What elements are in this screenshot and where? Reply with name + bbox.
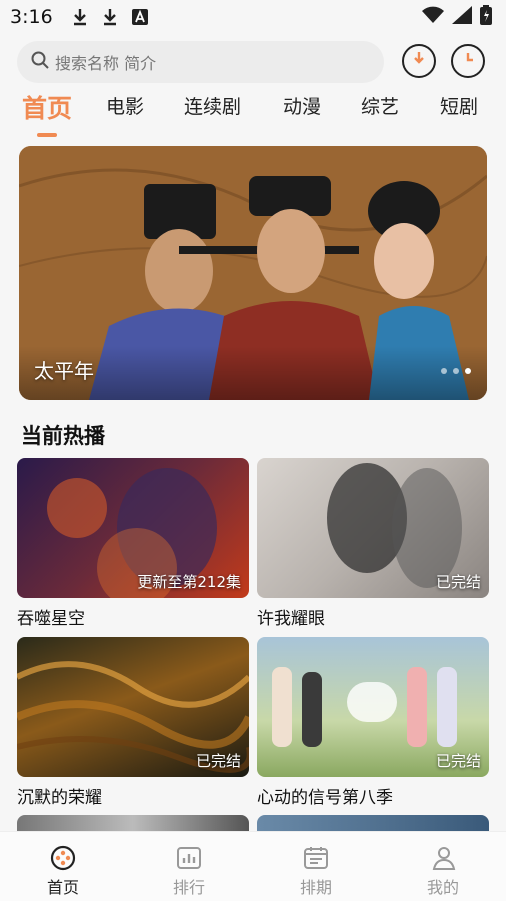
search-input[interactable]: 搜索名称 简介 (17, 41, 384, 83)
nav-ranking[interactable]: 排行 (149, 844, 229, 898)
banner-pagination (441, 368, 471, 374)
nav-home[interactable]: 首页 (23, 844, 103, 898)
hero-banner[interactable]: 太平年 (19, 146, 487, 400)
media-card[interactable]: 已完结 心动的信号第八季 (257, 637, 489, 808)
episode-status: 已完结 (435, 752, 481, 770)
media-card-peek[interactable] (257, 815, 489, 831)
tab-shorts[interactable]: 短剧 (440, 92, 478, 119)
card-thumbnail: 已完结 (257, 458, 489, 598)
card-thumbnail: 已完结 (257, 637, 489, 777)
episode-status: 更新至第212集 (137, 573, 241, 591)
card-title: 吞噬星空 (17, 609, 85, 629)
media-card[interactable]: 已完结 许我耀眼 (257, 458, 489, 629)
film-reel-icon (49, 844, 77, 872)
card-thumbnail: 已完结 (17, 637, 249, 777)
nav-ranking-label: 排行 (172, 878, 205, 897)
card-title: 沉默的荣耀 (17, 788, 102, 808)
card-thumbnail: 更新至第212集 (17, 458, 249, 598)
nav-profile[interactable]: 我的 (403, 844, 483, 898)
nav-schedule-label: 排期 (299, 878, 332, 897)
signal-icon (452, 5, 472, 29)
active-tab-indicator (37, 133, 57, 137)
banner-title: 太平年 (34, 359, 94, 383)
history-icon (458, 49, 478, 73)
tab-home[interactable]: 首页 (22, 89, 72, 125)
tab-series[interactable]: 连续剧 (184, 92, 241, 119)
card-title: 心动的信号第八季 (257, 788, 393, 808)
status-time: 3:16 (10, 6, 53, 28)
episode-status: 已完结 (195, 752, 241, 770)
pagination-dot[interactable] (453, 368, 459, 374)
nav-profile-label: 我的 (426, 878, 459, 897)
pagination-dot-active[interactable] (465, 368, 471, 374)
media-card[interactable]: 更新至第212集 吞噬星空 (17, 458, 249, 629)
bottom-navigation: 首页 排行 排期 我的 (0, 831, 506, 901)
download-icon (409, 49, 429, 73)
episode-status: 已完结 (435, 573, 481, 591)
pagination-dot[interactable] (441, 368, 447, 374)
card-title: 许我耀眼 (257, 609, 325, 629)
download-manager-button[interactable] (402, 44, 436, 78)
download-icon (69, 6, 91, 28)
media-card[interactable]: 已完结 沉默的荣耀 (17, 637, 249, 808)
media-card-peek[interactable] (17, 815, 249, 831)
download-icon (99, 6, 121, 28)
nav-schedule[interactable]: 排期 (276, 844, 356, 898)
wifi-icon (422, 6, 444, 29)
a-notification-icon (129, 6, 151, 28)
history-button[interactable] (451, 44, 485, 78)
tab-movies[interactable]: 电影 (106, 92, 144, 119)
status-bar: 3:16 (0, 0, 506, 34)
tab-anime[interactable]: 动漫 (283, 92, 321, 119)
bar-chart-icon (175, 844, 203, 872)
search-icon (31, 51, 49, 73)
section-title: 当前热播 (21, 424, 105, 448)
calendar-icon (302, 844, 330, 872)
search-placeholder: 搜索名称 简介 (55, 54, 157, 73)
user-icon (429, 844, 457, 872)
nav-home-label: 首页 (46, 878, 79, 897)
category-tabs: 首页 电影 连续剧 动漫 综艺 短剧 (0, 92, 506, 142)
battery-icon (480, 4, 492, 30)
tab-variety[interactable]: 综艺 (361, 92, 399, 119)
